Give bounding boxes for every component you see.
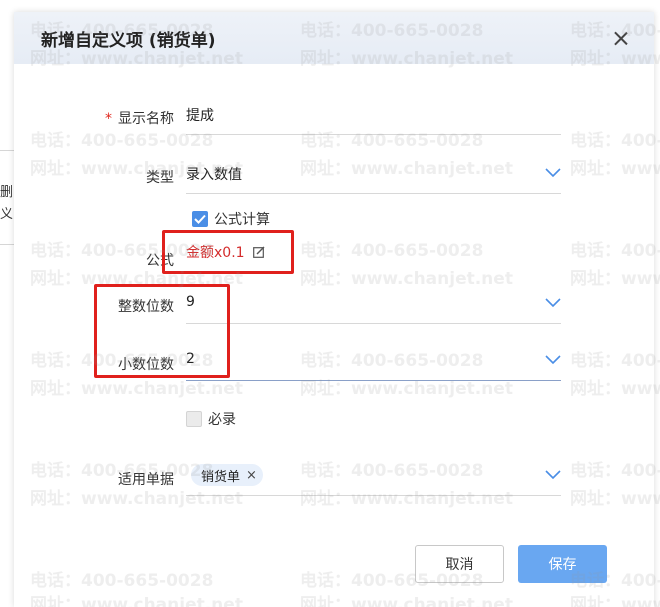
background-text: 删 — [0, 185, 14, 200]
close-icon[interactable] — [610, 28, 632, 50]
decimal-digits-select[interactable]: 2 — [186, 345, 561, 381]
type-select[interactable]: 录入数值 — [186, 158, 561, 194]
integer-digits-value: 9 — [186, 294, 195, 310]
applicable-docs-label: 适用单据 — [118, 472, 174, 488]
formula-value: 金额x0.1 — [186, 245, 245, 261]
required-mark: * — [105, 111, 112, 127]
integer-digits-select[interactable]: 9 — [186, 288, 561, 324]
chevron-down-icon — [545, 168, 561, 178]
remove-tag-icon[interactable]: × — [246, 468, 257, 483]
dialog-title: 新增自定义项 (销货单) — [41, 31, 216, 51]
doc-tag-label: 销货单 — [201, 469, 241, 485]
save-button[interactable]: 保存 — [518, 545, 607, 583]
cancel-button[interactable]: 取消 — [415, 545, 504, 583]
checkbox-checked-icon — [192, 211, 208, 227]
doc-tag: 销货单 × — [191, 464, 263, 486]
chevron-down-icon — [545, 470, 561, 480]
display-name-value: 提成 — [186, 108, 214, 124]
integer-digits-label: 整数位数 — [118, 299, 174, 315]
dialog-header: 新增自定义项 (销货单) — [14, 12, 654, 64]
formula-label: 公式 — [146, 253, 174, 269]
type-label: 类型 — [146, 170, 174, 186]
formula-link[interactable]: 金额x0.1 — [186, 242, 265, 262]
decimal-digits-value: 2 — [186, 351, 195, 367]
checkbox-unchecked-icon — [186, 411, 202, 427]
display-name-label: * 显示名称 — [105, 111, 174, 127]
required-checkbox[interactable]: 必录 — [186, 409, 236, 429]
edit-icon[interactable] — [252, 246, 265, 258]
formula-checkbox[interactable]: 公式计算 — [192, 209, 270, 229]
required-checkbox-label: 必录 — [208, 412, 236, 428]
display-name-field[interactable]: 提成 — [186, 99, 561, 135]
formula-checkbox-label: 公式计算 — [214, 212, 270, 228]
custom-field-dialog: 新增自定义项 (销货单) * 显示名称 提成 类型 录入数值 公式计算 公式 金额… — [14, 12, 654, 607]
chevron-down-icon — [545, 355, 561, 365]
decimal-digits-label: 小数位数 — [118, 357, 174, 373]
background-text: 义 — [0, 207, 14, 222]
chevron-down-icon — [545, 298, 561, 308]
background-page-fragment: 删 义 — [0, 150, 14, 245]
applicable-docs-select[interactable]: 销货单 × — [186, 460, 561, 496]
type-value: 录入数值 — [186, 167, 242, 183]
